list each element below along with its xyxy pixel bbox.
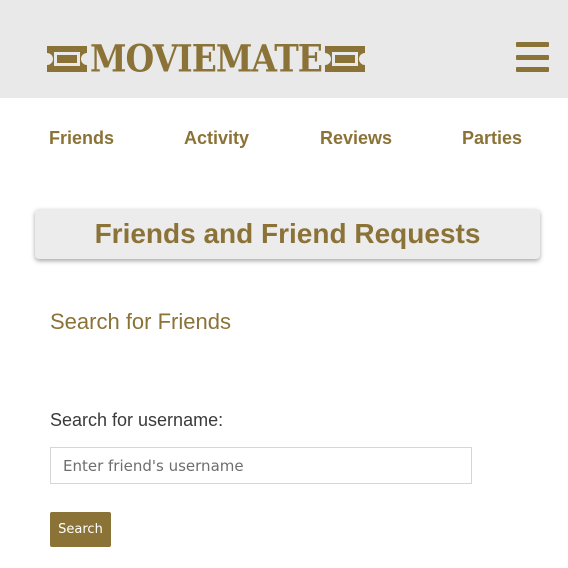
- search-button[interactable]: Search: [50, 512, 111, 547]
- nav-item-activity[interactable]: Activity: [184, 128, 249, 149]
- nav-item-parties[interactable]: Parties: [462, 128, 522, 149]
- nav-item-reviews[interactable]: Reviews: [320, 128, 392, 149]
- menu-bar: [516, 67, 549, 72]
- page-title: Friends and Friend Requests: [94, 218, 481, 249]
- ticket-icon: [324, 46, 365, 72]
- menu-bar: [516, 54, 549, 60]
- page-title-banner: Friends and Friend Requests: [35, 209, 540, 259]
- site-header: MOVIEMATE: [0, 0, 568, 98]
- page: MOVIEMATE Friends Activity Reviews Parti…: [0, 0, 568, 568]
- username-search-input[interactable]: [50, 447, 472, 484]
- username-label: Search for username:: [50, 410, 224, 430]
- menu-bar: [516, 42, 549, 47]
- brand-name: MOVIEMATE: [90, 36, 323, 81]
- nav-item-friends[interactable]: Friends: [49, 128, 114, 149]
- ticket-icon: [47, 46, 87, 72]
- section-title: Search for Friends: [50, 309, 231, 334]
- hamburger-menu-icon[interactable]: [516, 42, 549, 72]
- moviemate-logo[interactable]: MOVIEMATE: [45, 36, 367, 81]
